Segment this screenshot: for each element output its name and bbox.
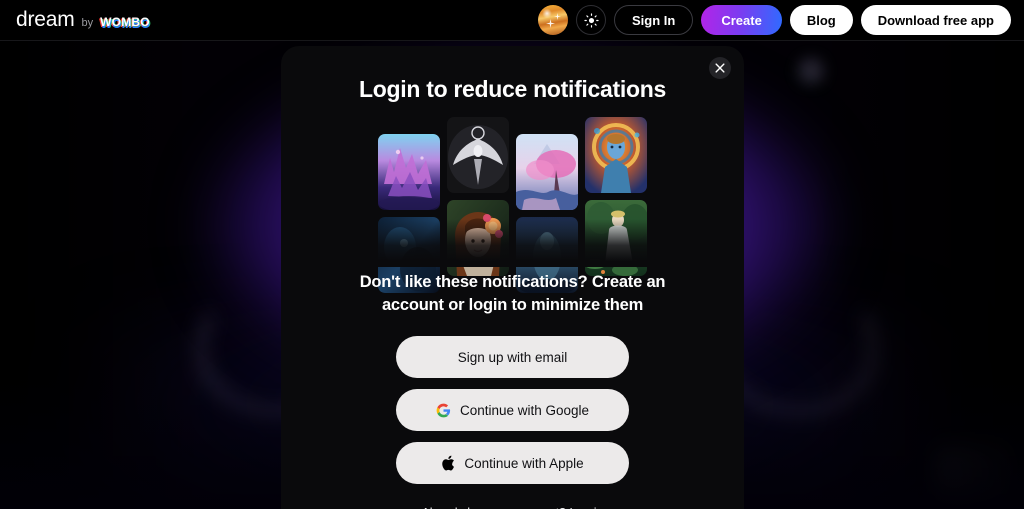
brand-by-label: by: [81, 17, 94, 29]
sign-in-button[interactable]: Sign In: [614, 5, 694, 35]
modal-title: Login to reduce notifications: [359, 76, 666, 102]
collage-tile-portrait-rose: [447, 200, 509, 276]
theme-toggle-button[interactable]: [576, 5, 606, 35]
brand-logo[interactable]: dream by WOMBO WOMBO WOMBO WOMBO: [16, 8, 151, 32]
app-header: dream by WOMBO WOMBO WOMBO WOMBO Sign In…: [0, 0, 1024, 41]
auth-button-stack: Sign up with email Continue with Google …: [281, 336, 744, 485]
sparkle-orb-avatar-icon[interactable]: [538, 5, 568, 35]
login-modal: Login to reduce notifications Don't like…: [281, 46, 744, 509]
header-actions: Sign In Create Blog Download free app: [538, 5, 1011, 35]
collage-tile-castle: [378, 134, 440, 210]
wombo-wordmark: WOMBO WOMBO WOMBO WOMBO: [99, 15, 151, 31]
continue-google-label: Continue with Google: [459, 402, 590, 418]
collage-tile-blossom-river: [516, 134, 578, 210]
continue-apple-label: Continue with Apple: [464, 455, 584, 471]
sun-icon: [583, 12, 599, 28]
wombo-white-layer: WOMBO: [100, 15, 150, 29]
collage-tile-blue-goddess: [585, 117, 647, 193]
close-button[interactable]: [709, 57, 731, 79]
page-root: dream by WOMBO WOMBO WOMBO WOMBO Sign In…: [0, 0, 1024, 509]
signup-email-button[interactable]: Sign up with email: [396, 336, 629, 379]
collage-tile-lilypad-lady: [585, 200, 647, 276]
blog-button[interactable]: Blog: [789, 5, 853, 35]
signup-email-label: Sign up with email: [457, 349, 568, 365]
collage-tile-angel: [447, 117, 509, 193]
modal-subtitle: Don't like these notifications? Create a…: [359, 273, 666, 314]
apple-icon: [442, 455, 455, 471]
continue-apple-button[interactable]: Continue with Apple: [396, 442, 629, 485]
create-button[interactable]: Create: [701, 5, 782, 35]
art-collage: [368, 117, 657, 293]
continue-google-button[interactable]: Continue with Google: [396, 389, 629, 432]
close-icon: [715, 63, 725, 73]
brand-name: dream: [16, 8, 75, 31]
google-icon: [436, 403, 451, 418]
download-free-app-button[interactable]: Download free app: [860, 5, 1011, 35]
